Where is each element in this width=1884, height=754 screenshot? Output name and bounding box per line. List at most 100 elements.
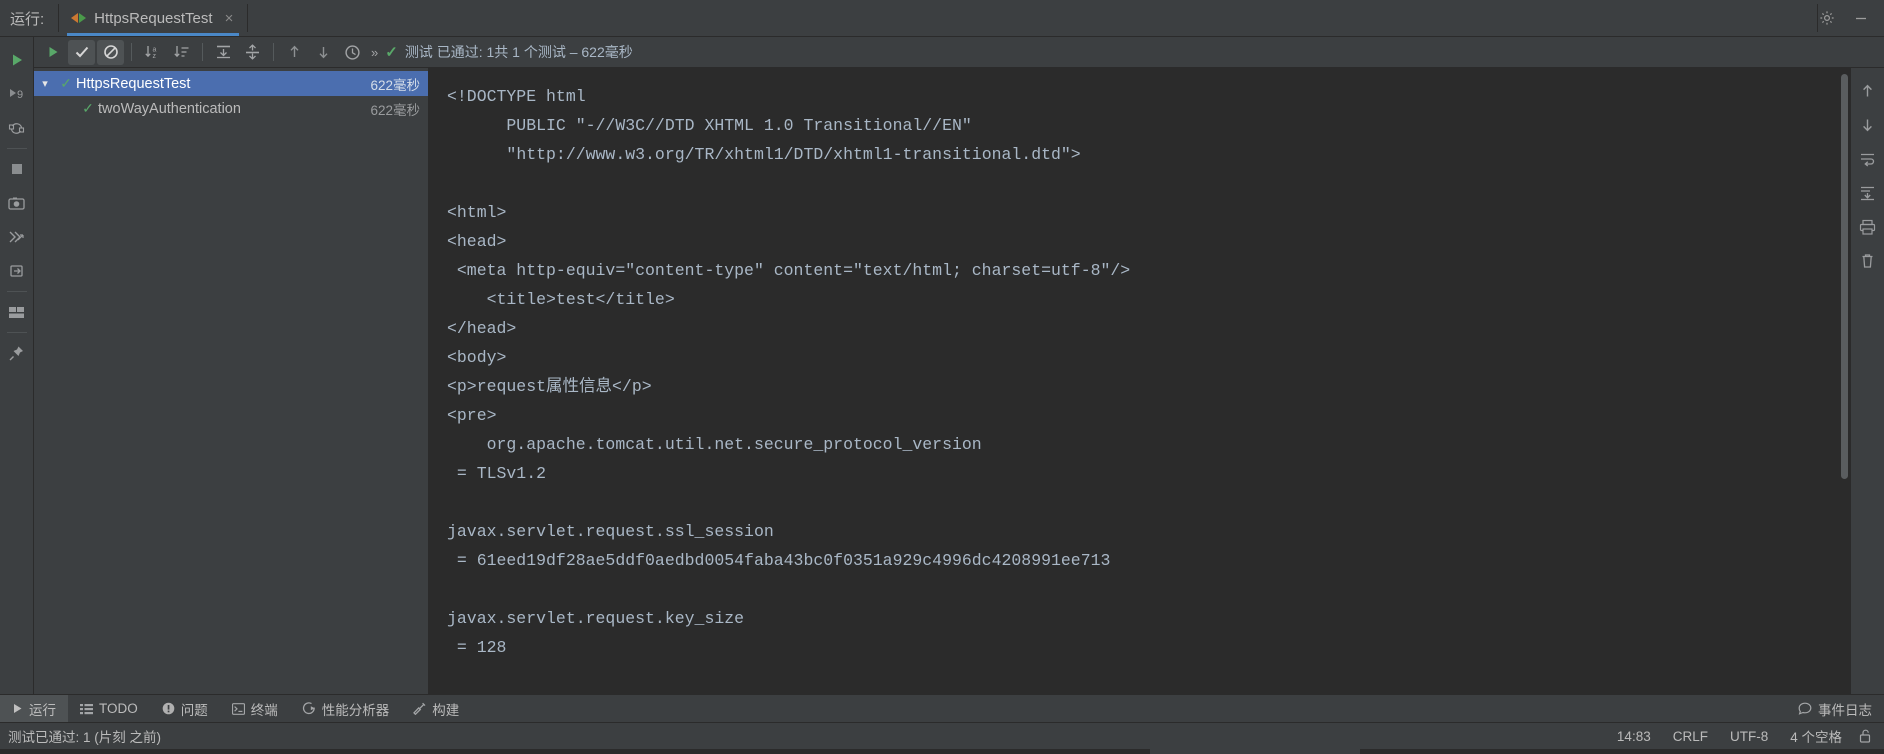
snapshot-icon[interactable]: [0, 186, 34, 220]
header-actions: [1818, 0, 1884, 36]
run-content: az » ✓ 测试 已通过: 1共 1 个测试 – 622毫秒 ▾ ✓ Http…: [34, 37, 1884, 694]
sort-alphabetically-button[interactable]: az: [139, 40, 166, 65]
trash-icon[interactable]: [1851, 244, 1884, 278]
show-passed-button[interactable]: [68, 39, 95, 65]
test-tree-root-label: HttpsRequestTest: [76, 75, 191, 92]
console-line: <body>: [447, 348, 507, 367]
event-log-button[interactable]: 事件日志: [1786, 695, 1884, 722]
console-scrollbar-thumb[interactable]: [1841, 74, 1848, 479]
indent-setting[interactable]: 4 个空格: [1779, 726, 1853, 746]
prev-failed-button[interactable]: [281, 40, 308, 65]
test-tree-item-twoWayAuthentication[interactable]: ✓ twoWayAuthentication 622毫秒: [34, 96, 428, 121]
hammer-icon: [413, 702, 426, 715]
profiler-icon: [302, 702, 316, 715]
warning-icon: [162, 702, 175, 715]
console-vertical-scrollbar[interactable]: [1839, 68, 1850, 694]
gear-icon[interactable]: [1818, 9, 1836, 27]
scroll-to-end-icon[interactable]: [1851, 176, 1884, 210]
test-status-text: 测试 已通过: 1共 1 个测试 – 622毫秒: [404, 44, 633, 60]
file-encoding[interactable]: UTF-8: [1719, 729, 1779, 744]
gutter-divider-1: [6, 148, 27, 149]
balloon-icon: [1798, 702, 1812, 715]
gutter-divider-3: [6, 332, 27, 333]
soft-wrap-icon[interactable]: [1851, 142, 1884, 176]
toolbar-divider-2: [202, 43, 203, 61]
test-results-tree[interactable]: ▾ ✓ HttpsRequestTest 622毫秒 ✓ twoWayAuthe…: [34, 68, 429, 694]
console-line: = 61eed19df28ae5ddf0aedbd0054faba43bc0f0…: [447, 551, 1111, 570]
layout-icon[interactable]: [0, 295, 34, 329]
console-line: javax.servlet.request.key_size: [447, 609, 745, 628]
sort-by-duration-button[interactable]: [168, 40, 195, 65]
rerun-failed-icon[interactable]: 9: [0, 77, 34, 111]
gutter-divider-2: [6, 291, 27, 292]
tool-terminal-label: 终端: [250, 702, 278, 718]
run-config-icon: [71, 11, 87, 26]
test-history-button[interactable]: [339, 40, 366, 65]
line-separator[interactable]: CRLF: [1662, 729, 1719, 744]
bottom-strip: [0, 749, 1884, 754]
run-icon[interactable]: [0, 43, 34, 77]
console-line: "http://www.w3.org/TR/xhtml1/DTD/xhtml1-…: [447, 145, 1081, 164]
hide-passed-button[interactable]: [97, 39, 124, 65]
toolbar-divider-3: [273, 43, 274, 61]
console-output[interactable]: <!DOCTYPE html PUBLIC "-//W3C//DTD XHTML…: [429, 68, 1839, 694]
tab-active-underline: [67, 33, 240, 36]
thread-dump-icon[interactable]: [0, 220, 34, 254]
tool-window-bar: 运行 TODO 问题 终端 性能分析器 构建 事件日志: [0, 694, 1884, 722]
expand-all-button[interactable]: [210, 40, 237, 65]
close-tab-icon[interactable]: ×: [225, 10, 234, 27]
export-icon[interactable]: [0, 254, 34, 288]
more-options-button[interactable]: »: [367, 45, 385, 60]
console-line: = 128: [447, 638, 507, 657]
svg-text:9: 9: [17, 89, 23, 101]
console-line: <meta http-equiv="content-type" content=…: [447, 261, 1131, 280]
run-tool-window-header: 运行: HttpsRequestTest ×: [0, 0, 1884, 37]
list-icon: [80, 703, 93, 715]
tool-todo-label: TODO: [99, 701, 138, 716]
console-line: <html>: [447, 203, 507, 222]
test-runner-toolbar: az » ✓ 测试 已通过: 1共 1 个测试 – 622毫秒: [34, 37, 1884, 68]
console-line: org.apache.tomcat.util.net.secure_protoc…: [447, 435, 982, 454]
tool-problems-label: 问题: [180, 702, 208, 718]
console-line: <head>: [447, 232, 507, 251]
test-tree-root[interactable]: ▾ ✓ HttpsRequestTest 622毫秒: [34, 71, 428, 96]
tool-profiler[interactable]: 性能分析器: [290, 695, 402, 722]
strip-mid: [1150, 749, 1360, 754]
run-configuration-tab-label: HttpsRequestTest: [94, 9, 213, 27]
next-failed-button[interactable]: [310, 40, 337, 65]
tool-run[interactable]: 运行: [0, 695, 68, 722]
test-passed-icon: ✓: [82, 100, 94, 116]
scroll-up-icon[interactable]: [1851, 74, 1884, 108]
test-status: ✓ 测试 已通过: 1共 1 个测试 – 622毫秒: [385, 42, 633, 62]
unlocked-icon[interactable]: [1859, 729, 1872, 743]
console-line: <pre>: [447, 406, 497, 425]
tool-terminal[interactable]: 终端: [220, 695, 290, 722]
console-line: javax.servlet.request.ssl_session: [447, 522, 774, 541]
toolbar-divider-1: [131, 43, 132, 61]
tool-build[interactable]: 构建: [401, 695, 471, 722]
terminal-icon: [231, 702, 245, 715]
test-tree-root-duration: 622毫秒: [370, 77, 420, 93]
caret-position[interactable]: 14:83: [1606, 729, 1662, 744]
svg-text:z: z: [153, 53, 157, 60]
print-icon[interactable]: [1851, 210, 1884, 244]
tool-todo[interactable]: TODO: [68, 695, 150, 722]
pin-icon[interactable]: [0, 336, 34, 370]
chevron-down-icon[interactable]: ▾: [34, 77, 56, 90]
tool-problems[interactable]: 问题: [150, 695, 220, 722]
console-hyperlink[interactable]: http://www.w3.org/TR/xhtml1/DTD/xhtml1-t…: [516, 145, 1061, 164]
test-tree-item-duration: 622毫秒: [370, 102, 420, 118]
console-line: <p>request属性信息</p>: [447, 377, 652, 396]
collapse-all-button[interactable]: [239, 40, 266, 65]
stop-icon[interactable]: [0, 152, 34, 186]
scroll-down-icon[interactable]: [1851, 108, 1884, 142]
run-window-label: 运行:: [10, 10, 45, 28]
console-line: PUBLIC "-//W3C//DTD XHTML 1.0 Transition…: [447, 116, 972, 135]
rerun-automatically-icon[interactable]: [0, 111, 34, 145]
rerun-button[interactable]: [39, 40, 66, 65]
header-spacer: [248, 0, 1817, 36]
run-actions-gutter: 9: [0, 37, 34, 694]
minimize-icon[interactable]: [1852, 9, 1870, 27]
run-configuration-tab[interactable]: HttpsRequestTest ×: [59, 0, 247, 36]
